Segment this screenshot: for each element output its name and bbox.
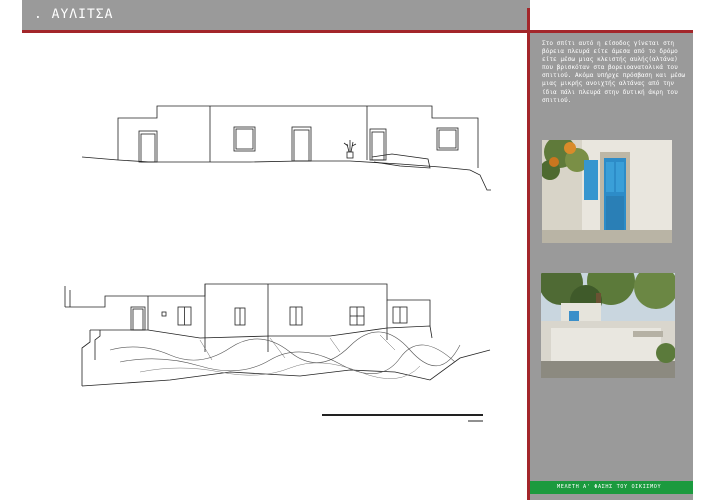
south-elevation xyxy=(64,283,491,387)
scale-bar xyxy=(322,414,483,422)
photo-blue-door xyxy=(542,140,672,243)
description-text: Στο σπίτι αυτό η είσοδος γίνεται στη βόρ… xyxy=(542,40,686,104)
architectural-drawings xyxy=(64,105,491,422)
footer-caption: ΜΕΛΕΤΗ Α' ΦΑΣΗΣ ΤΟΥ ΟΙΚΙΣΜΟΥ xyxy=(557,484,662,490)
north-elevation xyxy=(81,105,491,191)
photo-ruins-tree xyxy=(541,273,675,378)
